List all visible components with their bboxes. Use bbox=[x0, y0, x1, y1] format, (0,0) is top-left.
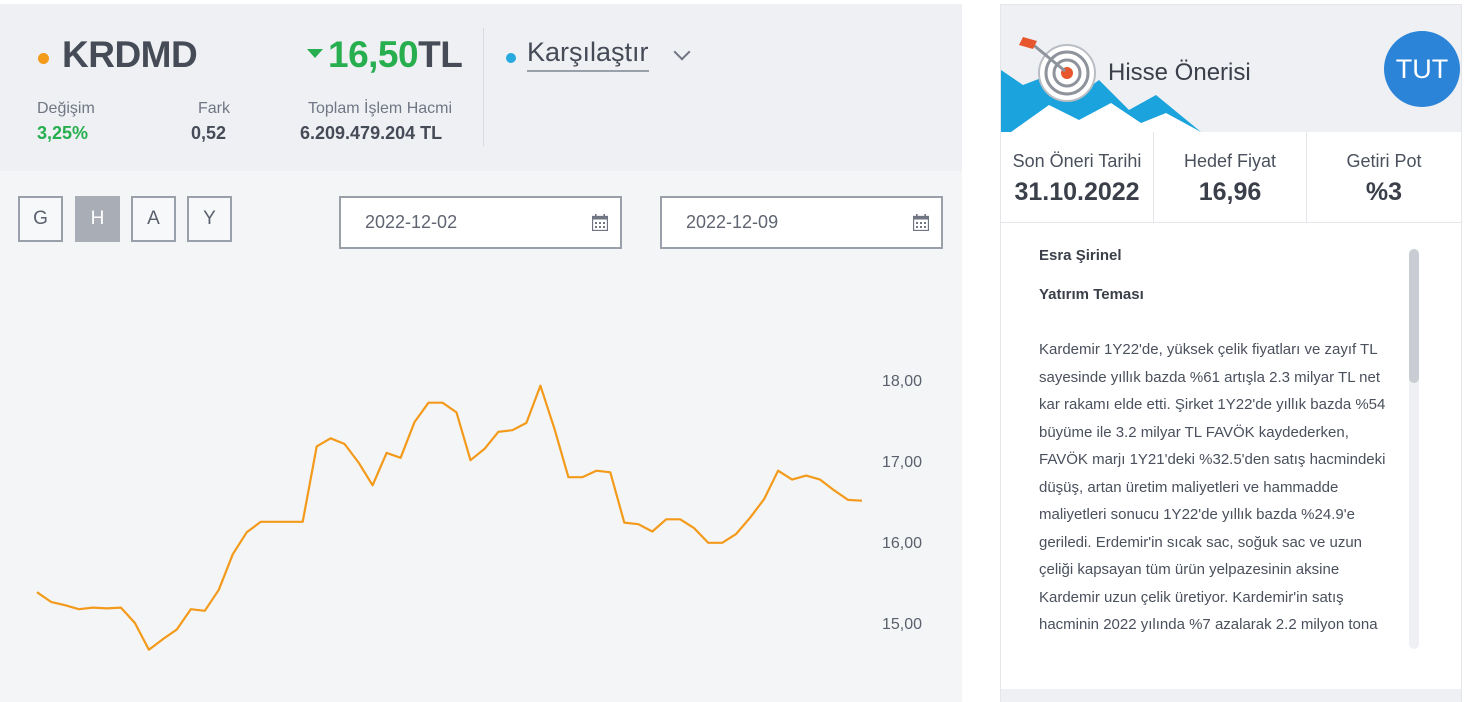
target-price-label: Hedef Fiyat bbox=[1183, 151, 1277, 171]
y-tick-label: 16,00 bbox=[882, 535, 922, 552]
price-series-line bbox=[36, 384, 863, 651]
recommendation-stats: Son Öneri Tarihi 31.10.2022 Hedef Fiyat … bbox=[1001, 132, 1461, 223]
panel-footer bbox=[1001, 689, 1461, 702]
scrollbar-thumb[interactable] bbox=[1409, 249, 1419, 383]
target-price-value: 16,96 bbox=[1198, 178, 1262, 206]
target-price-cell: Hedef Fiyat 16,96 bbox=[1154, 132, 1306, 223]
return-cell: Getiri Pot %3 bbox=[1307, 132, 1461, 223]
y-tick-label: 18,00 bbox=[882, 373, 922, 390]
investment-theme-text: Kardemir 1Y22'de, yüksek çelik fiyatları… bbox=[1039, 341, 1386, 633]
recommendation-body[interactable]: Esra Şirinel Yatırım Teması Kardemir 1Y2… bbox=[1039, 239, 1399, 649]
y-tick-label: 17,00 bbox=[882, 454, 922, 471]
return-label: Getiri Pot bbox=[1346, 151, 1422, 171]
last-date-value: 31.10.2022 bbox=[1014, 178, 1140, 206]
recommendation-panel: Hisse Önerisi TUT Son Öneri Tarihi 31.10… bbox=[1000, 4, 1462, 702]
last-date-cell: Son Öneri Tarihi 31.10.2022 bbox=[1001, 132, 1153, 223]
y-tick-label: 15,00 bbox=[882, 616, 922, 633]
stock-panel: KRDMD 16,50TL Değişim 3,25% Fark 0,52 To… bbox=[0, 4, 962, 702]
price-chart: 15,00 16,00 17,00 18,00 bbox=[36, 373, 922, 651]
recommendation-title: Hisse Önerisi bbox=[1108, 59, 1251, 86]
last-date-label: Son Öneri Tarihi bbox=[1012, 151, 1142, 171]
investment-theme-title: Yatırım Teması bbox=[1039, 286, 1144, 303]
target-icon bbox=[1019, 37, 1096, 102]
analyst-name: Esra Şirinel bbox=[1039, 247, 1122, 264]
return-value: %3 bbox=[1365, 178, 1403, 206]
recommendation-badge[interactable]: TUT bbox=[1384, 31, 1460, 107]
